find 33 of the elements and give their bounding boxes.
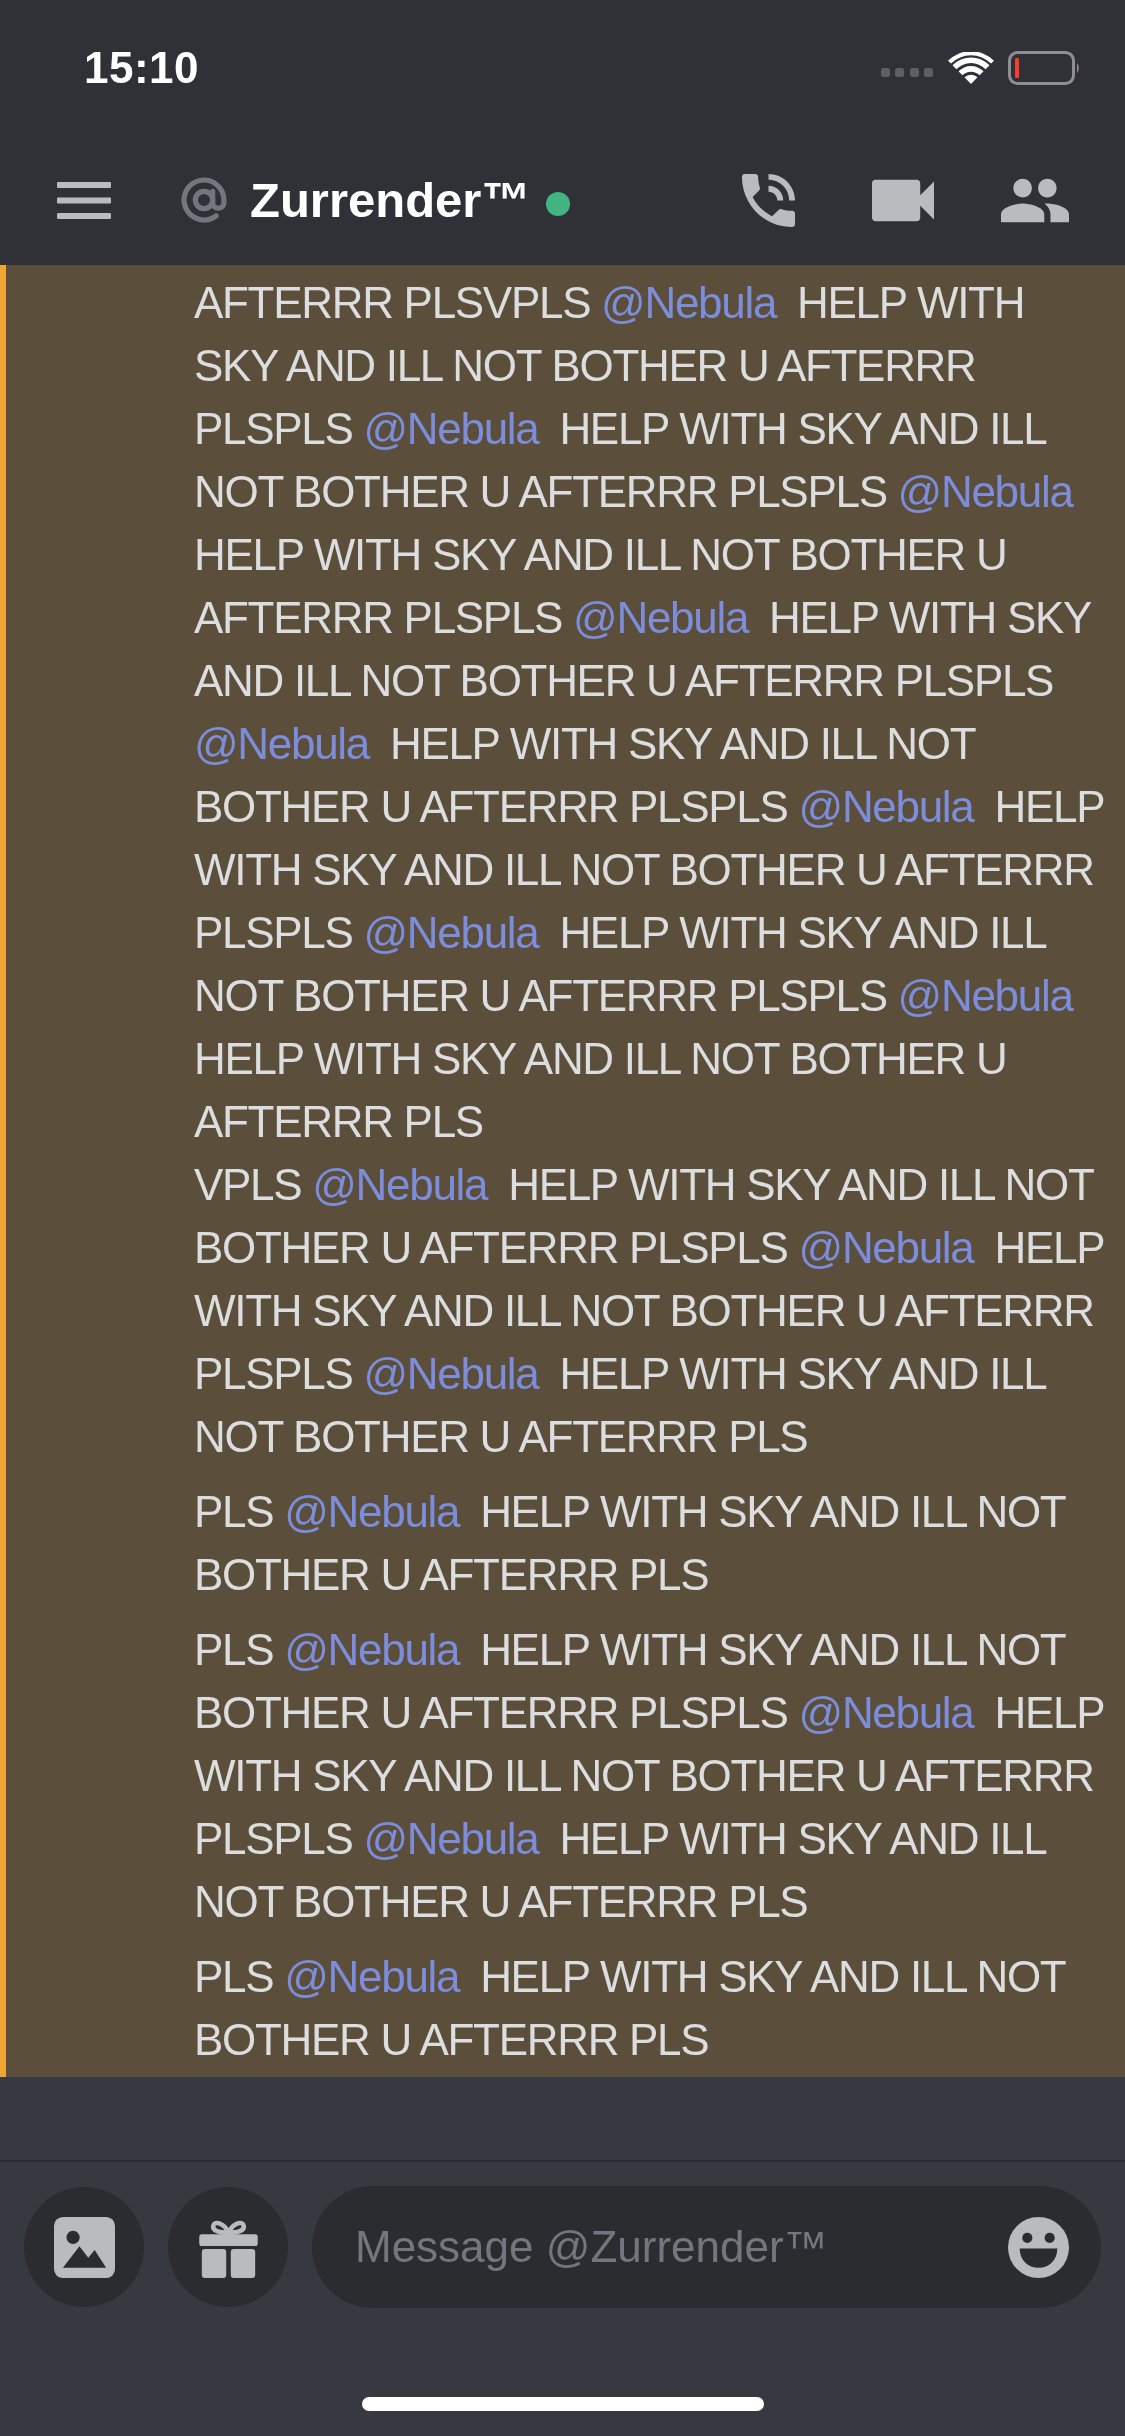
menu-icon[interactable] — [57, 181, 111, 219]
mention-link[interactable]: @Nebula — [312, 1160, 498, 1209]
message-text: PLS @Nebula HELP WITH SKY AND ILL NOT BOTHER U AFTERRR PLSPLS @Nebula HELP WITH SKY AND ILL NOT BOTHER U AFTERRR PLSPLS @Nebula HELP WITH SKY AND ILL NOT BOTHER U AFTERRR PLS — [194, 1624, 1105, 1928]
emoji-icon[interactable] — [1008, 2216, 1069, 2278]
message-text: PLS @Nebula HELP WITH SKY AND ILL NOT BOTHER U AFTERRR PLS — [194, 1486, 1067, 1601]
mention-link[interactable]: @Nebula — [573, 593, 759, 642]
mention-link[interactable]: @Nebula — [363, 1814, 549, 1863]
image-icon — [53, 2216, 115, 2278]
mention-link[interactable]: @Nebula — [798, 782, 984, 831]
mention-link[interactable]: @Nebula — [284, 1952, 470, 2001]
message-text: PLS @Nebula HELP WITH SKY AND ILL NOT BOTHER U AFTERRR PLS — [194, 1951, 1067, 2066]
people-icon[interactable] — [1001, 176, 1069, 224]
status-time: 15:10 — [84, 42, 200, 93]
mention-link[interactable]: @Nebula — [194, 719, 379, 768]
mention-link[interactable]: @Nebula — [284, 1625, 470, 1674]
mention-link[interactable]: @Nebula — [363, 1349, 549, 1398]
mention-link[interactable]: @Nebula — [284, 1487, 470, 1536]
mention-link[interactable]: @Nebula — [897, 971, 1083, 1020]
message-text: AFTERRR PLSVPLS @Nebula HELP WITH SKY AND ILL NOT BOTHER U AFTERRR PLSPLS @Nebula HELP WITH SKY AND ILL NOT BOTHER U AFTERRR PLSPLS @Nebula HELP WITH SKY AND ILL NOT BOTHER U AFTERRR PLSPLS @Nebula HELP WITH SKY AND ILL NOT BOTHER U AFTERRR PLSPLS @Nebula HELP WITH SKY AND ILL NOT BOTHER U AFTERRR PLSPLS @Nebula HELP WITH SKY AND ILL NOT BOTHER U AFTERRR PLSPLS @Nebula HELP WITH SKY AND ILL NOT BOTHER U AFTERRR PLSPLS @Nebula HELP WITH SKY AND ILL NOT BOTHER U AFTERRR PLS — [194, 277, 1105, 1148]
mention-link[interactable]: @Nebula — [798, 1223, 984, 1272]
mention-link[interactable]: @Nebula — [601, 278, 787, 327]
wifi-icon — [948, 51, 994, 84]
signal-dots-icon — [881, 68, 933, 77]
channel-title: Zurrender™ — [250, 172, 531, 228]
mention-link[interactable]: @Nebula — [363, 908, 549, 957]
at-sign-icon — [178, 174, 230, 226]
message-text: VPLS @Nebula HELP WITH SKY AND ILL NOT BOTHER U AFTERRR PLSPLS @Nebula HELP WITH SKY AND ILL NOT BOTHER U AFTERRR PLSPLS @Nebula HELP WITH SKY AND ILL NOT BOTHER U AFTERRR PLS — [194, 1159, 1105, 1463]
video-camera-icon[interactable] — [872, 178, 934, 222]
battery-icon — [1008, 50, 1081, 85]
message-input[interactable]: Message @Zurrender™ — [312, 2186, 1101, 2308]
mention-link[interactable]: @Nebula — [363, 404, 549, 453]
mention-link[interactable]: @Nebula — [798, 1688, 984, 1737]
mention-link[interactable]: @Nebula — [897, 467, 1083, 516]
